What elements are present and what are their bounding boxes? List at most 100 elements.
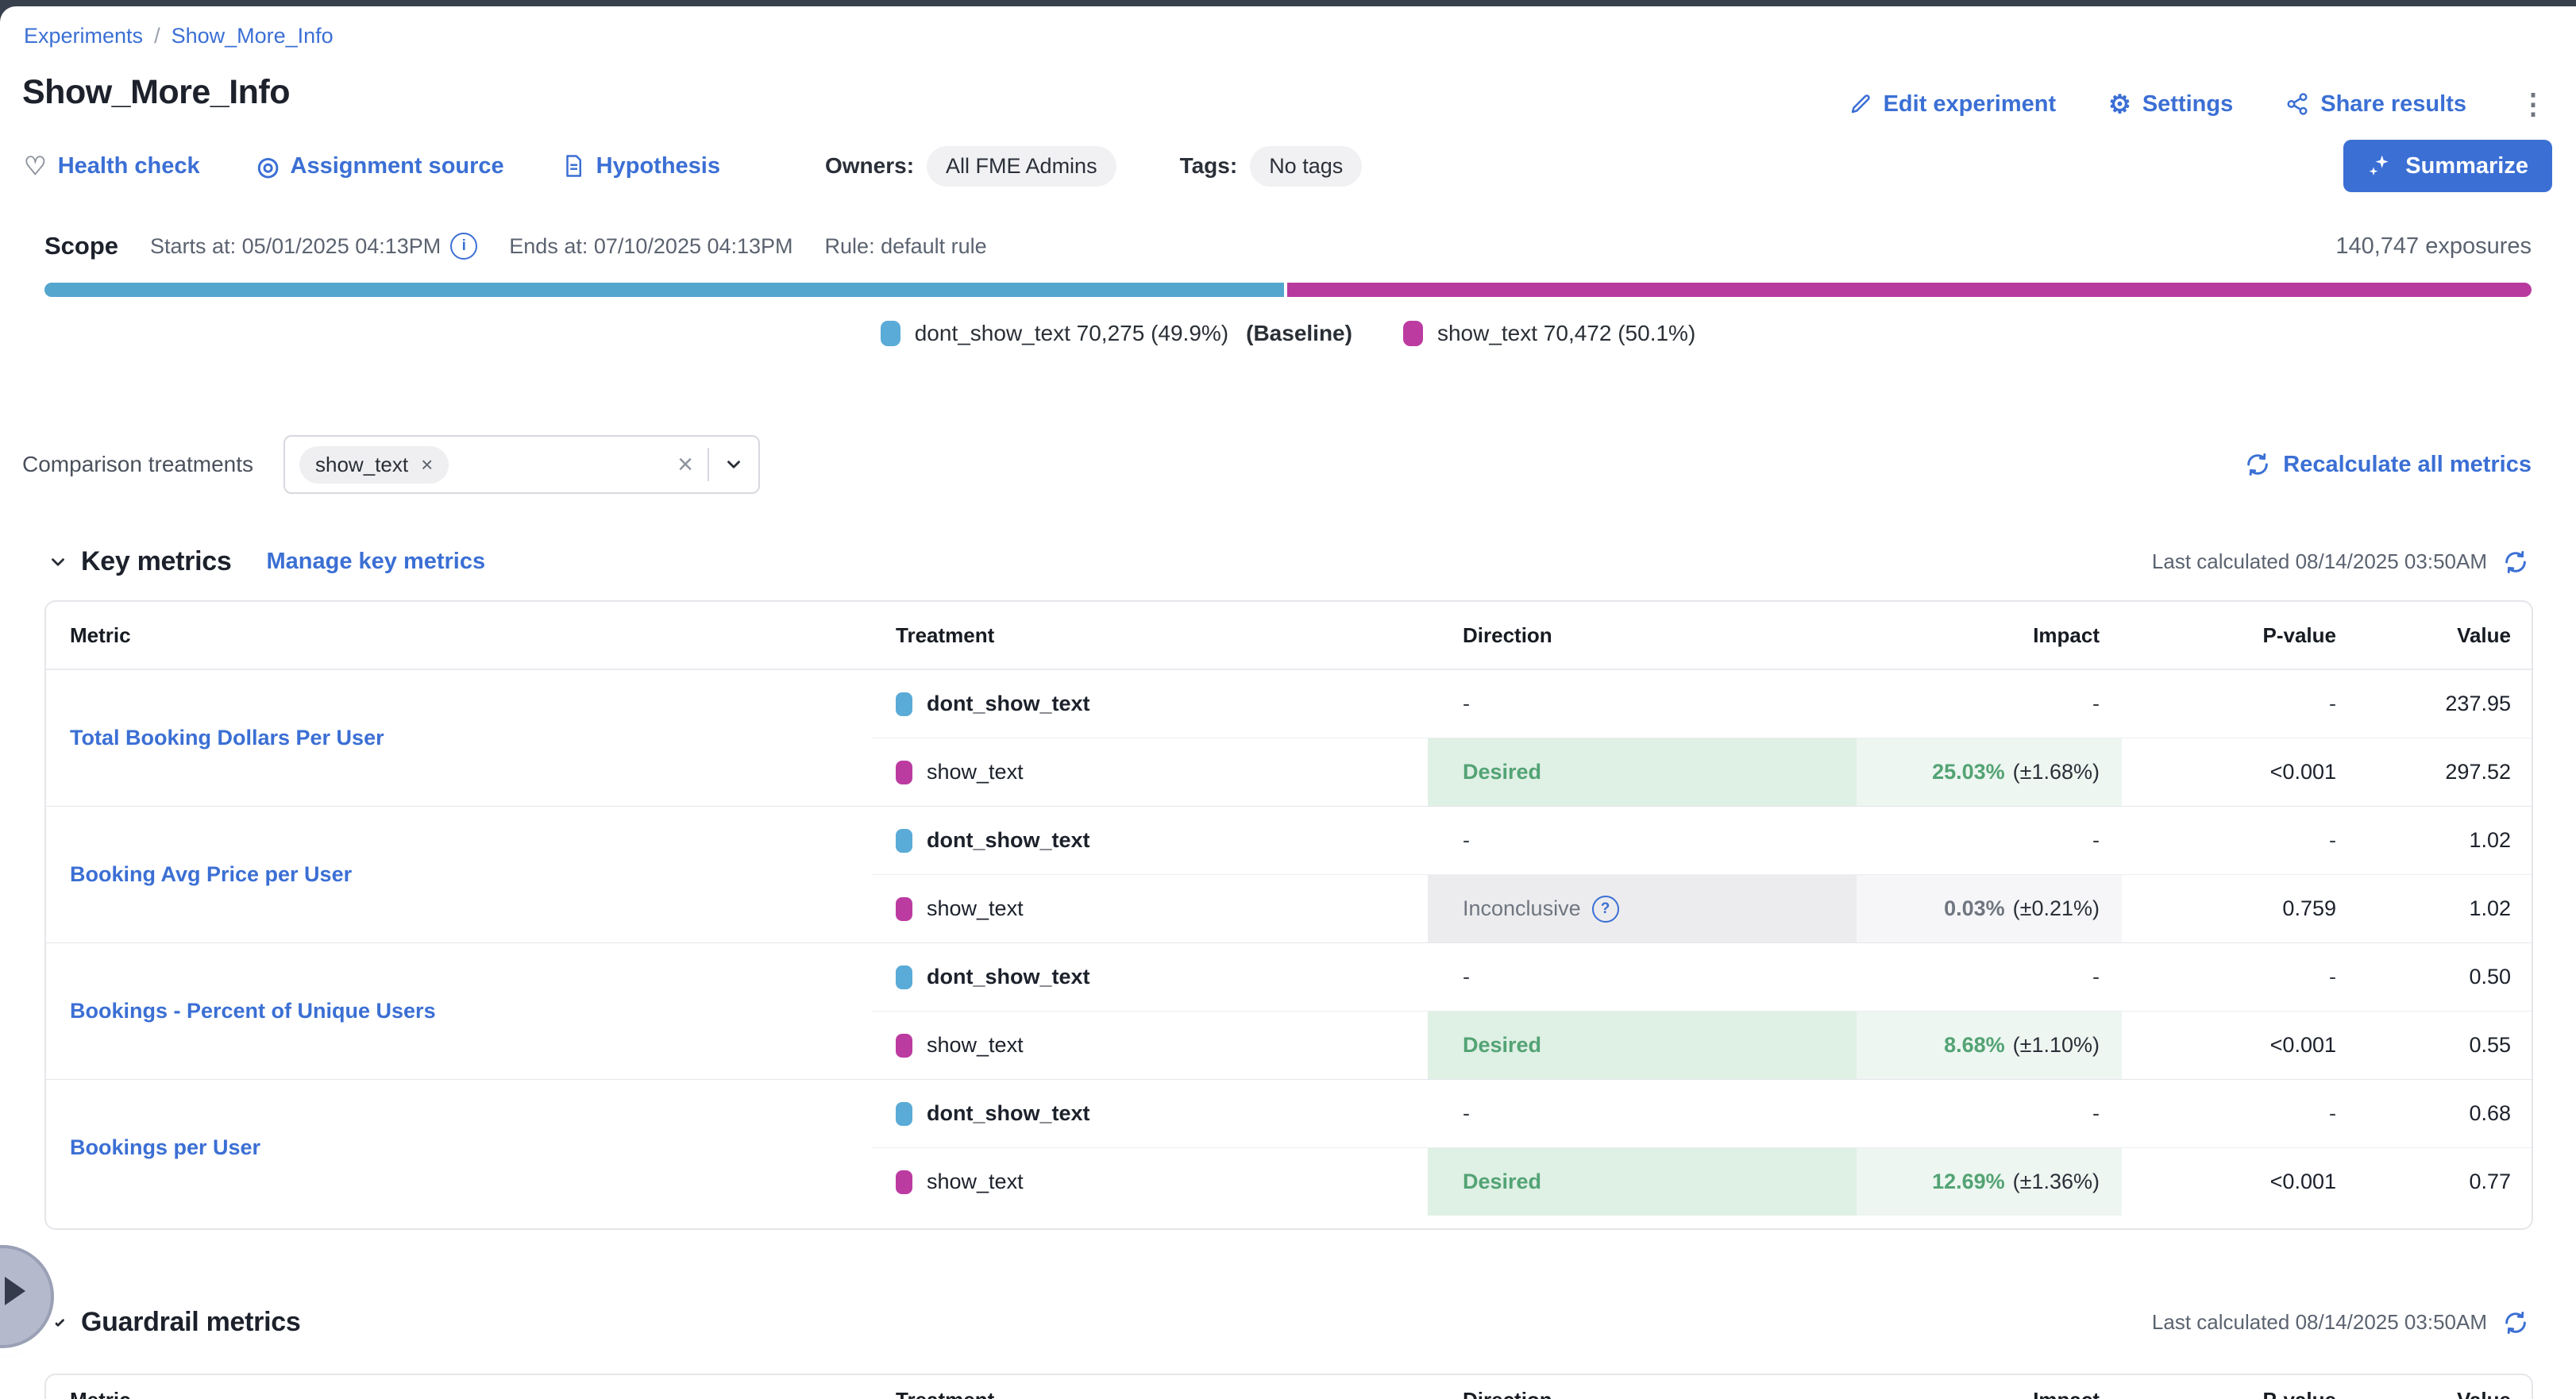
metric-link[interactable]: Bookings per User [70,1135,260,1160]
metric-value: 0.68 [2469,1101,2511,1126]
comparison-treatments-label: Comparison treatments [22,452,253,477]
share-results-button[interactable]: Share results [2285,91,2466,118]
treatment-name: dont_show_text [927,828,1090,853]
distribution-legend: dont_show_text 70,275 (49.9%) (Baseline)… [44,321,2532,346]
impact-ci: (±1.10%) [2013,1033,2100,1058]
sparkles-icon [2367,153,2393,179]
treatment-swatch [896,692,912,716]
scope-starts: Starts at: 05/01/2025 04:13PM i [150,233,477,260]
page-title: Show_More_Info [22,73,290,112]
col-pvalue: P-value [2122,623,2344,648]
key-last-calculated: Last calculated 08/14/2025 03:50AM [2152,549,2487,574]
col-impact: Impact [1857,1388,2122,1399]
help-icon[interactable]: ? [1592,896,1619,923]
impact-value: 0.03% [1944,896,2005,921]
baseline-tag: (Baseline) [1246,321,1352,346]
metric-value: 1.02 [2469,896,2511,921]
guardrail-last-calculated: Last calculated 08/14/2025 03:50AM [2152,1310,2487,1335]
treatment-swatch [896,1170,912,1194]
health-check-link[interactable]: ♡ Health check [24,153,200,179]
gear-icon: ⚙ [2108,89,2131,119]
direction-value: Desired [1463,1170,1541,1194]
table-header: Metric Treatment Direction Impact P-valu… [46,1375,2532,1399]
comparison-row: show_text Inconclusive? 0.03%(±0.21%) 0.… [872,874,2532,942]
direction-value: - [1463,828,1470,853]
impact-value: - [2092,692,2100,716]
breadcrumb-current[interactable]: Show_More_Info [172,24,334,48]
comparison-row: show_text Desired 8.68%(±1.10%) <0.001 0… [872,1011,2532,1079]
exposure-distribution-bar [44,283,2532,297]
owners-label: Owners: [825,153,914,179]
metric-value: 0.50 [2469,965,2511,989]
pvalue: <0.001 [2270,760,2336,784]
collapse-chevron-icon[interactable] [48,552,68,572]
scope-ends: Ends at: 07/10/2025 04:13PM [509,234,792,259]
guardrail-refresh-button[interactable] [2503,1310,2528,1335]
sidebar-expand-handle[interactable] [0,1245,54,1348]
baseline-row: dont_show_text - - - 0.68 [872,1080,2532,1147]
recalculate-all-metrics-button[interactable]: Recalculate all metrics [2245,452,2532,478]
treatment-name: dont_show_text [927,1101,1090,1126]
treatment-swatch [896,829,912,853]
metric-group: Bookings - Percent of Unique Users dont_… [46,942,2532,1079]
treatment-name: show_text [927,1033,1024,1058]
guardrail-metrics-card: Metric Treatment Direction Impact P-valu… [44,1374,2533,1399]
treatment-swatch [896,761,912,784]
breadcrumb: Experiments / Show_More_Info [24,24,334,48]
col-metric: Metric [46,623,872,648]
treatments-select[interactable]: show_text × × [283,435,760,494]
manage-key-metrics-link[interactable]: Manage key metrics [266,549,485,575]
summarize-button[interactable]: Summarize [2343,140,2552,192]
metric-link[interactable]: Bookings - Percent of Unique Users [70,999,436,1023]
treatment-name: show_text [927,896,1024,921]
expand-arrow-icon [5,1277,25,1305]
comparison-row: show_text Desired 12.69%(±1.36%) <0.001 … [872,1147,2532,1216]
chevron-down-icon[interactable] [723,454,744,475]
treatment-name: dont_show_text [927,965,1090,989]
metric-group: Total Booking Dollars Per User dont_show… [46,670,2532,806]
hypothesis-link[interactable]: Hypothesis [561,153,720,179]
guardrail-metrics-title: Guardrail metrics [81,1307,300,1338]
key-metrics-card: Metric Treatment Direction Impact P-valu… [44,600,2533,1230]
metric-link[interactable]: Total Booking Dollars Per User [70,726,384,750]
impact-value: - [2092,965,2100,989]
col-pvalue: P-value [2122,1388,2344,1399]
chip-close-icon[interactable]: × [421,453,433,477]
scope-label: Scope [44,232,118,260]
owners-pill[interactable]: All FME Admins [927,146,1116,187]
treatment-swatch [896,1034,912,1058]
tags-pill[interactable]: No tags [1250,146,1362,187]
collapse-chevron-icon[interactable] [48,1312,68,1333]
comparison-treatments: Comparison treatments show_text × × Reca… [22,435,2532,494]
scope-section: Scope Starts at: 05/01/2025 04:13PM i En… [44,232,2532,346]
toolbar: ♡ Health check ◎ Assignment source Hypot… [24,140,2552,192]
edit-experiment-button[interactable]: Edit experiment [1849,91,2057,118]
treatment-swatch [896,1102,912,1126]
treatment-swatch [896,965,912,989]
legend-baseline: dont_show_text 70,275 (49.9%) (Baseline) [881,321,1352,346]
treatment-name: dont_show_text [927,692,1090,716]
target-icon: ◎ [257,153,280,179]
assignment-source-link[interactable]: ◎ Assignment source [257,153,504,179]
select-clear-icon[interactable]: × [677,451,693,478]
key-refresh-button[interactable] [2503,549,2528,575]
metric-link[interactable]: Booking Avg Price per User [70,862,352,887]
treatment-swatch [896,897,912,921]
baseline-row: dont_show_text - - - 1.02 [872,807,2532,874]
impact-value: - [2092,828,2100,853]
col-direction: Direction [1428,623,1857,648]
breadcrumb-experiments[interactable]: Experiments [24,24,143,48]
impact-value: 25.03% [1932,760,2005,784]
info-icon[interactable]: i [450,233,477,260]
treatment-chip[interactable]: show_text × [299,446,449,484]
scope-rule: Rule: default rule [825,234,987,259]
share-results-label: Share results [2320,91,2466,118]
pvalue: <0.001 [2270,1033,2336,1058]
metric-group: Bookings per User dont_show_text - - - 0… [46,1079,2532,1216]
metric-group: Booking Avg Price per User dont_show_tex… [46,806,2532,942]
settings-label: Settings [2142,91,2233,118]
direction-value: - [1463,965,1470,989]
settings-button[interactable]: ⚙ Settings [2108,89,2233,119]
overflow-menu-button[interactable]: ⋮ [2519,90,2547,118]
treatment-name: show_text [927,760,1024,784]
